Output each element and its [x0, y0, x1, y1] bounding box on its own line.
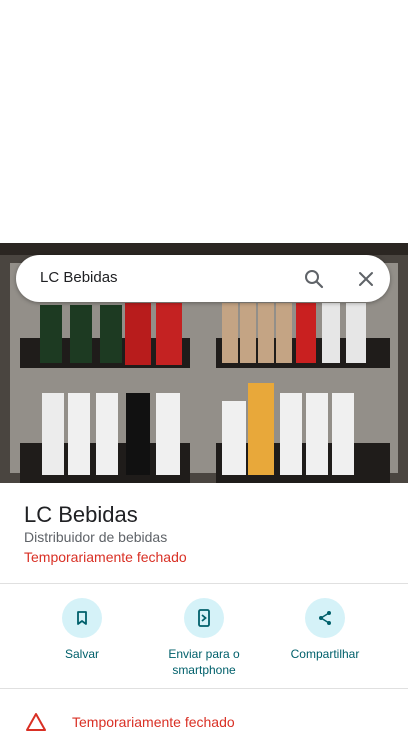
place-info: LC Bebidas Distribuidor de bebidas Tempo… [0, 483, 408, 583]
close-icon[interactable] [354, 267, 378, 291]
send-to-phone-button[interactable]: Enviar para o smartphone [143, 598, 265, 678]
send-to-phone-icon [198, 609, 210, 627]
action-bar: Salvar Enviar para o smartphone Comparti… [0, 584, 408, 688]
save-button-circle[interactable] [62, 598, 102, 638]
place-category: Distribuidor de bebidas [24, 529, 168, 545]
send-to-phone-circle[interactable] [184, 598, 224, 638]
divider [0, 688, 408, 689]
search-icon[interactable] [302, 267, 326, 291]
place-name: LC Bebidas [24, 502, 138, 527]
warning-icon [26, 712, 46, 732]
send-to-phone-label: Enviar para o smartphone [168, 647, 240, 677]
save-label: Salvar [64, 647, 99, 661]
blank-map-area [0, 0, 408, 243]
share-button[interactable]: Compartilhar [264, 598, 386, 662]
save-button[interactable]: Salvar [21, 598, 143, 662]
place-status: Temporariamente fechado [24, 549, 187, 565]
share-button-circle[interactable] [305, 598, 345, 638]
share-icon [319, 611, 331, 625]
search-query[interactable]: LC Bebidas [40, 269, 118, 286]
share-label: Compartilhar [290, 647, 360, 661]
search-bar[interactable]: LC Bebidas [16, 255, 390, 302]
closed-alert-text: Temporariamente fechado [72, 714, 235, 730]
closed-alert-row: Temporariamente fechado [0, 690, 408, 731]
bookmark-icon [77, 611, 87, 625]
